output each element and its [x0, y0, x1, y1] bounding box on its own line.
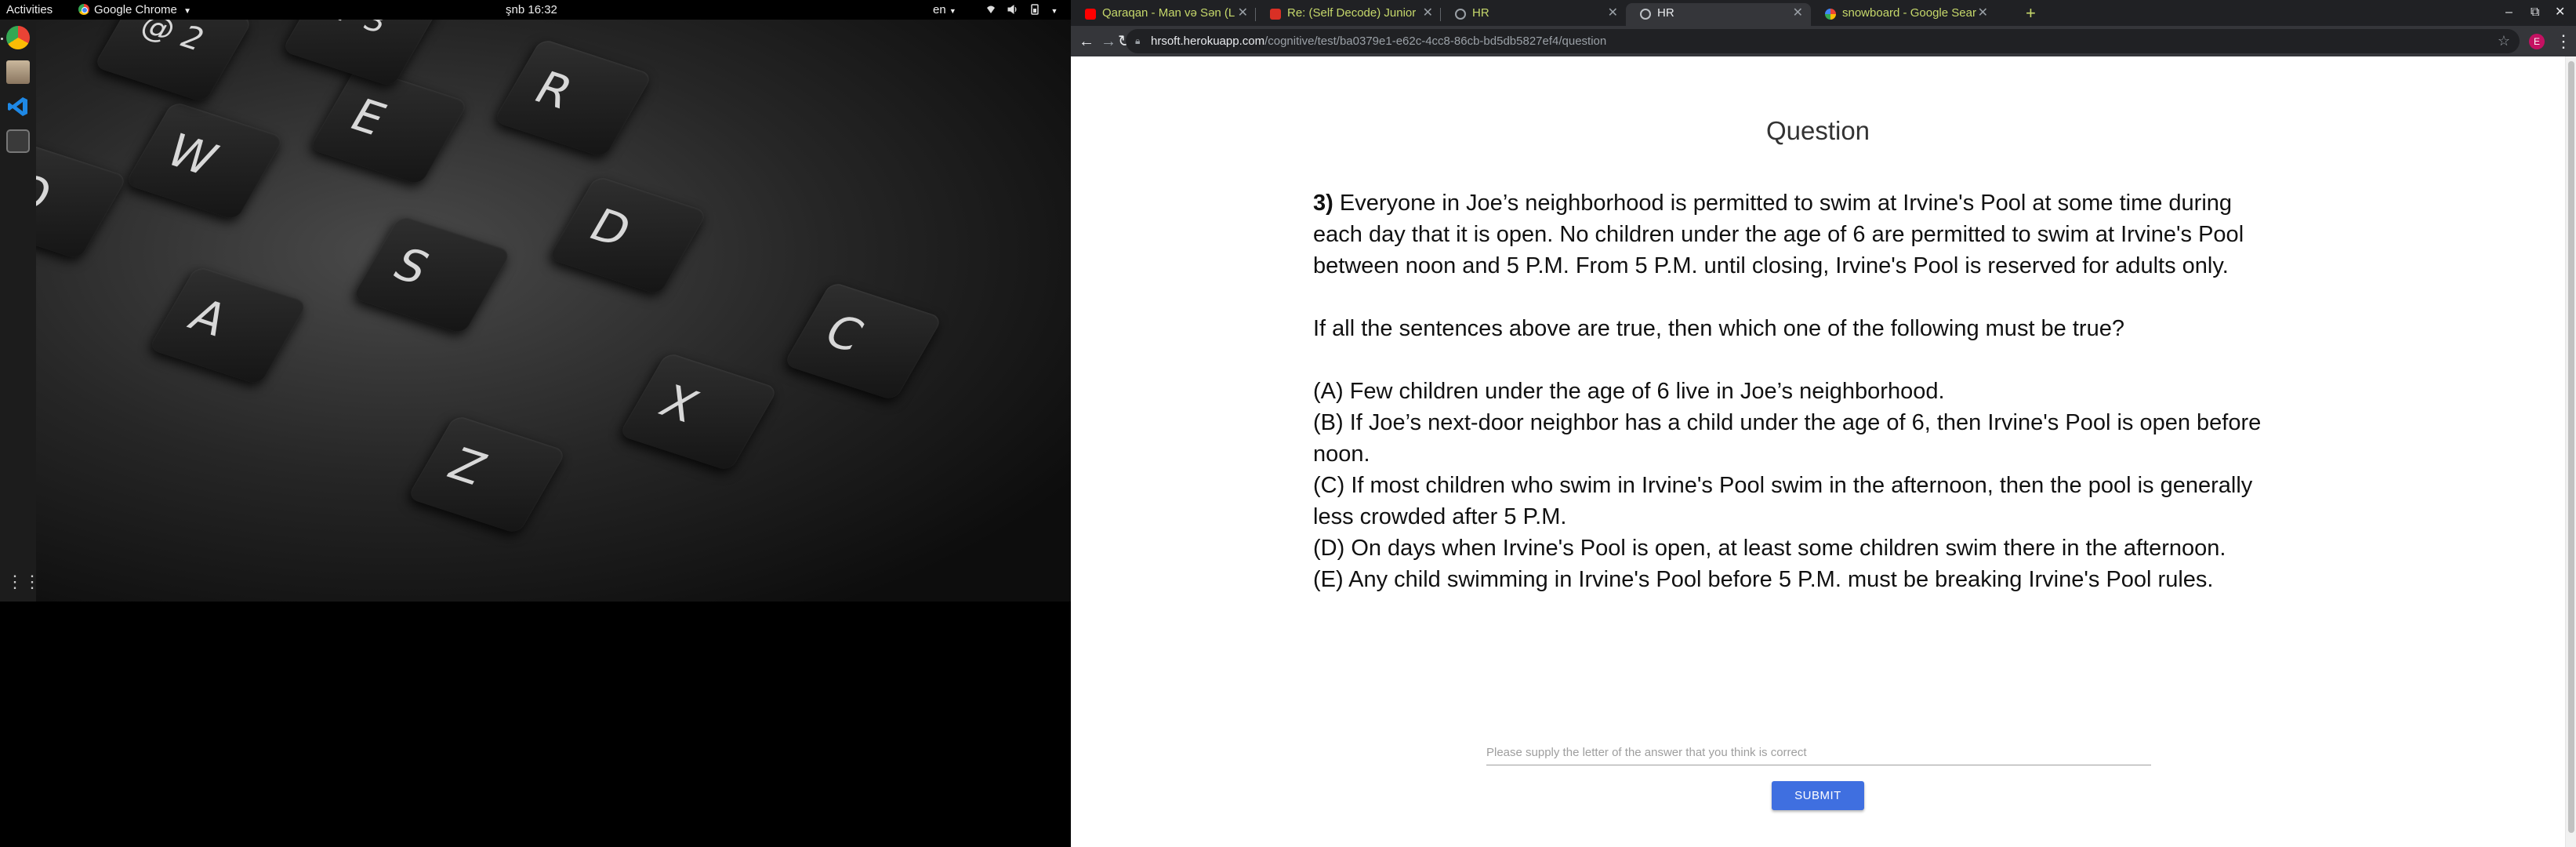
close-icon[interactable]: ✕: [1238, 3, 1248, 23]
question-text: Everyone in Joe’s neighborhood is permit…: [1313, 191, 2244, 278]
google-icon: [1825, 9, 1836, 20]
question-prompt: If all the sentences above are true, the…: [1313, 316, 2124, 341]
keyboard-key: A: [148, 265, 308, 386]
option-b: (B) If Joe’s next-door neighbor has a ch…: [1313, 410, 2262, 467]
dock: ⋮⋮⋮: [0, 20, 58, 602]
tab-google-search[interactable]: snowboard - Google Sear ✕: [1811, 3, 1996, 26]
close-icon[interactable]: ✕: [1793, 3, 1803, 23]
youtube-icon: [1085, 9, 1096, 20]
running-indicator: [1, 38, 3, 40]
tab-hr-active[interactable]: HR ✕: [1626, 3, 1811, 26]
web-page: Question 3) Everyone in Joe’s neighborho…: [1071, 56, 2565, 847]
tab-title: HR: [1472, 6, 1489, 20]
terminal-icon[interactable]: [6, 129, 30, 153]
scrollbar-thumb[interactable]: [2568, 61, 2574, 833]
chrome-icon: [78, 4, 89, 15]
url-path: /cognitive/test/ba0379e1-e62c-4cc8-86cb-…: [1264, 35, 1607, 48]
submit-button[interactable]: SUBMIT: [1772, 781, 1864, 810]
activities-button[interactable]: Activities: [6, 0, 53, 20]
address-bar[interactable]: 🔒︎ hrsoft.herokuapp.com/cognitive/test/b…: [1126, 29, 2520, 53]
lock-icon: 🔒︎: [1135, 35, 1141, 46]
close-icon[interactable]: ✕: [1423, 3, 1433, 23]
keyboard-key: @ 2: [93, 20, 253, 104]
keyboard-key: Z: [407, 414, 567, 535]
keyboard-key: S: [352, 214, 512, 335]
page-scrollbar[interactable]: [2565, 56, 2576, 847]
browser-toolbar: ← → ↻ 🔒︎ hrsoft.herokuapp.com/cognitive/…: [1071, 26, 2576, 56]
tab-strip: Qaraqan - Man və Sən (L ✕ Re: (Self Deco…: [1071, 0, 2576, 26]
keyboard-key: D: [548, 175, 708, 296]
close-window-button[interactable]: ✕: [2555, 2, 2565, 22]
url-host: hrsoft.herokuapp.com: [1151, 35, 1265, 48]
vscode-icon[interactable]: [6, 95, 30, 118]
option-d: (D) On days when Irvine's Pool is open, …: [1313, 536, 2226, 561]
new-tab-button[interactable]: +: [2026, 3, 2036, 23]
keyboard-key: R: [493, 38, 653, 158]
language-indicator[interactable]: en ▼: [933, 0, 956, 20]
battery-icon: [1031, 4, 1039, 15]
files-icon[interactable]: [6, 60, 30, 84]
tab-title: snowboard - Google Sear: [1842, 6, 1976, 20]
chevron-down-icon: ▼: [1050, 7, 1058, 15]
clock[interactable]: şnb 16:32: [506, 0, 557, 20]
profile-avatar[interactable]: E: [2529, 34, 2545, 49]
forward-button[interactable]: →: [1098, 31, 1119, 53]
show-applications-icon[interactable]: ⋮⋮⋮: [6, 570, 58, 594]
question-number: 3): [1313, 191, 1333, 216]
chevron-down-icon: ▼: [183, 7, 191, 16]
keyboard-key: Q: [36, 140, 128, 260]
app-menu[interactable]: Google Chrome ▼: [78, 0, 191, 20]
page-title: Question: [1765, 116, 1870, 145]
keyboard-key: C: [783, 281, 943, 402]
tab-hr-1[interactable]: HR ✕: [1441, 3, 1626, 26]
keyboard-key: X: [619, 351, 778, 472]
desktop-empty-area: [0, 602, 1071, 847]
answer-field-wrapper: [1486, 740, 2151, 765]
keyboard-key: # 3: [281, 20, 441, 88]
option-a: (A) Few children under the age of 6 live…: [1313, 379, 1945, 404]
desktop-wallpaper: W E R Q A S D Z X C @ 2 # 3: [36, 20, 1071, 602]
chrome-icon[interactable]: [6, 26, 30, 49]
tab-title: HR: [1657, 6, 1674, 20]
question-stem: 3) Everyone in Joe’s neighborhood is per…: [1313, 187, 2285, 282]
option-e: (E) Any child swimming in Irvine's Pool …: [1313, 567, 2214, 592]
globe-icon: [1640, 9, 1651, 20]
tab-title: Re: (Self Decode) Junior: [1287, 6, 1417, 20]
url-text[interactable]: hrsoft.herokuapp.com/cognitive/test/ba03…: [1151, 29, 1606, 53]
globe-icon: [1455, 9, 1466, 20]
keyboard-key: W: [125, 100, 285, 221]
gnome-top-bar: Activities Google Chrome ▼ şnb 16:32 en …: [0, 0, 1071, 20]
option-c: (C) If most children who swim in Irvine'…: [1313, 473, 2253, 529]
chrome-window: Qaraqan - Man və Sən (L ✕ Re: (Self Deco…: [1071, 0, 2576, 847]
question-body: 3) Everyone in Joe’s neighborhood is per…: [1313, 187, 2285, 595]
chevron-down-icon: ▼: [949, 7, 956, 15]
reload-button[interactable]: ↻: [1118, 31, 1131, 53]
volume-icon: [1007, 5, 1017, 14]
restore-button[interactable]: ⧉: [2531, 2, 2539, 22]
network-icon: [987, 5, 995, 13]
close-icon[interactable]: ✕: [1978, 3, 1988, 23]
app-menu-label: Google Chrome: [94, 3, 177, 16]
language-label: en: [933, 3, 946, 16]
gmail-icon: [1270, 9, 1281, 20]
tab-title: Qaraqan - Man və Sən (L: [1102, 6, 1235, 20]
system-tray[interactable]: ▼: [985, 0, 1058, 20]
back-button[interactable]: ←: [1076, 31, 1098, 53]
minimize-button[interactable]: –: [2505, 2, 2513, 22]
answer-input[interactable]: [1486, 740, 2151, 764]
chrome-menu-icon[interactable]: ⋮: [2555, 29, 2572, 53]
tab-youtube[interactable]: Qaraqan - Man və Sən (L ✕: [1071, 3, 1256, 26]
close-icon[interactable]: ✕: [1608, 3, 1618, 23]
tab-gmail[interactable]: Re: (Self Decode) Junior ✕: [1256, 3, 1441, 26]
bookmark-star-icon[interactable]: ☆: [2498, 29, 2510, 53]
